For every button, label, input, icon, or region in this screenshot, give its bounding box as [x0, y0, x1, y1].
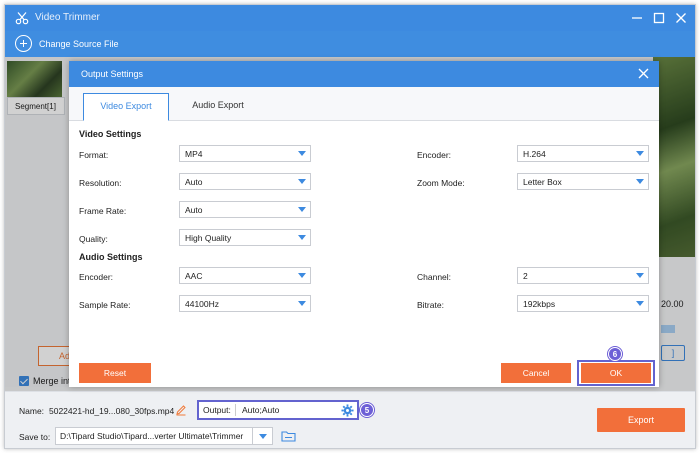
audio-encoder-select[interactable]: AAC: [179, 267, 311, 284]
dialog-tabs: Video Export Audio Export: [69, 87, 659, 121]
change-source-label: Change Source File: [39, 39, 119, 49]
toolbar: Change Source File: [5, 31, 695, 57]
close-icon[interactable]: [673, 10, 689, 26]
audio-settings-heading: Audio Settings: [79, 252, 143, 262]
dialog-title-bar: Output Settings: [69, 61, 659, 87]
name-label: Name:: [19, 406, 45, 416]
save-path-value: D:\Tipard Studio\Tipard...verter Ultimat…: [60, 431, 244, 441]
output-settings-dialog: Output Settings Video Export Audio Expor…: [69, 61, 659, 387]
frame-rate-label: Frame Rate:: [79, 206, 127, 216]
dialog-title: Output Settings: [81, 69, 144, 79]
file-name: 5022421-hd_19...080_30fps.mp4: [49, 406, 175, 416]
sample-rate-select[interactable]: 44100Hz: [179, 295, 311, 312]
chevron-down-icon: [636, 301, 644, 306]
zoom-mode-select[interactable]: Letter Box: [517, 173, 649, 190]
step-badge-ok: 6: [608, 347, 622, 361]
output-value: Auto;Auto: [242, 405, 280, 415]
tab-video-export[interactable]: Video Export: [83, 93, 169, 121]
chevron-down-icon: [298, 179, 306, 184]
format-select[interactable]: MP4: [179, 145, 311, 162]
chevron-down-icon: [636, 151, 644, 156]
chevron-down-icon: [636, 179, 644, 184]
scissors-icon: [15, 12, 29, 25]
audio-encoder-value: AAC: [185, 271, 203, 281]
video-encoder-value: H.264: [523, 149, 546, 159]
resolution-select[interactable]: Auto: [179, 173, 311, 190]
sample-rate-value: 44100Hz: [185, 299, 220, 309]
sample-rate-label: Sample Rate:: [79, 300, 131, 310]
chevron-down-icon: [298, 273, 306, 278]
channel-label: Channel:: [417, 272, 452, 282]
minimize-icon[interactable]: [629, 10, 645, 26]
add-circle-icon: [15, 35, 32, 52]
save-path-dropdown[interactable]: [252, 428, 272, 444]
edit-pencil-icon[interactable]: [175, 404, 187, 416]
quality-value: High Quality: [185, 233, 232, 243]
resolution-value: Auto: [185, 177, 203, 187]
chevron-down-icon: [298, 301, 306, 306]
zoom-mode-value: Letter Box: [523, 177, 562, 187]
frame-rate-value: Auto: [185, 205, 203, 215]
zoom-mode-label: Zoom Mode:: [417, 178, 465, 188]
bitrate-select[interactable]: 192kbps: [517, 295, 649, 312]
step-badge-output: 5: [360, 403, 374, 417]
save-path-select[interactable]: D:\Tipard Studio\Tipard...verter Ultimat…: [55, 427, 273, 445]
folder-icon[interactable]: [281, 430, 296, 442]
chevron-down-icon: [298, 207, 306, 212]
gear-icon[interactable]: [341, 404, 354, 417]
chevron-down-icon: [636, 273, 644, 278]
export-button[interactable]: Export: [597, 408, 685, 432]
output-label: Output:: [203, 405, 231, 415]
dialog-close-icon[interactable]: [638, 68, 649, 79]
bitrate-value: 192kbps: [523, 299, 556, 309]
chevron-down-icon: [259, 434, 267, 439]
title-bar: Video Trimmer: [5, 5, 695, 31]
chevron-down-icon: [298, 235, 306, 240]
reset-button[interactable]: Reset: [79, 363, 151, 383]
save-to-label: Save to:: [19, 432, 51, 442]
audio-encoder-label: Encoder:: [79, 272, 114, 282]
video-settings-heading: Video Settings: [79, 129, 142, 139]
maximize-icon[interactable]: [651, 10, 667, 26]
ok-button[interactable]: OK: [581, 363, 651, 383]
quality-label: Quality:: [79, 234, 108, 244]
tab-audio-export[interactable]: Audio Export: [175, 93, 261, 121]
channel-value: 2: [523, 271, 528, 281]
cancel-button[interactable]: Cancel: [501, 363, 571, 383]
output-setting[interactable]: Output: Auto;Auto: [197, 400, 359, 420]
bitrate-label: Bitrate:: [417, 300, 444, 310]
video-encoder-label: Encoder:: [417, 150, 452, 160]
format-value: MP4: [185, 149, 203, 159]
ok-highlight: OK: [577, 360, 655, 386]
window-title: Video Trimmer: [35, 12, 100, 23]
chevron-down-icon: [298, 151, 306, 156]
quality-select[interactable]: High Quality: [179, 229, 311, 246]
format-label: Format:: [79, 150, 109, 160]
frame-rate-select[interactable]: Auto: [179, 201, 311, 218]
channel-select[interactable]: 2: [517, 267, 649, 284]
video-encoder-select[interactable]: H.264: [517, 145, 649, 162]
app-window: Video Trimmer Change Source File Segment…: [4, 4, 696, 449]
resolution-label: Resolution:: [79, 178, 122, 188]
footer: Name: 5022421-hd_19...080_30fps.mp4 Outp…: [5, 391, 695, 448]
output-divider: [235, 404, 236, 416]
